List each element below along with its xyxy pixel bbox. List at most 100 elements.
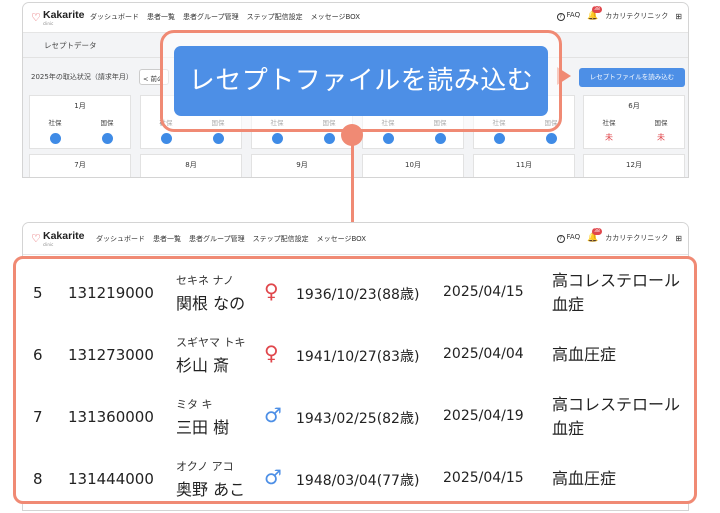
imported-dot-icon — [271, 133, 283, 144]
diagnosis: 高コレステロール血症 — [552, 271, 681, 314]
patient-kana: ミタ キ — [176, 398, 213, 411]
visit-date: 2025/04/19 — [443, 408, 524, 424]
notification-badge: 38 — [592, 227, 602, 235]
female-icon: ♀ — [264, 341, 279, 365]
month-name: 10月 — [405, 161, 421, 169]
patient-id: 131360000 — [68, 408, 154, 426]
imported-dot-icon — [101, 133, 113, 144]
patient-table-highlight: 5 131219000 セキネ ナノ 関根 なの ♀ 1936/10/23(88歳) 202… — [13, 256, 697, 504]
table-row[interactable]: 5 131219000 セキネ ナノ 関根 なの ♀ 1936/10/23(88歳) 202… — [16, 262, 694, 324]
month-name: 11月 — [516, 161, 532, 169]
not-imported-mark: 未 — [657, 133, 665, 142]
patient-id: 131444000 — [68, 470, 154, 488]
table-row[interactable]: 6 131273000 スギヤマ トキ 杉山 斎 ♀ 1941/10/27(83歳) 202… — [16, 324, 694, 386]
nav-right-2: ? FAQ 🔔 38 カカリテクリニック ⊞ — [556, 227, 682, 243]
notification-badge: 38 — [592, 5, 602, 13]
grid-icon[interactable]: ⊞ — [675, 234, 682, 243]
clinic-name[interactable]: カカリテクリニック — [605, 233, 668, 243]
nav-step-delivery[interactable]: ステップ配信設定 — [253, 234, 309, 244]
month-name: 9月 — [296, 161, 308, 169]
shaho-status: 社保未 — [594, 117, 624, 143]
imported-dot-icon — [545, 133, 557, 144]
nav-patient-groups[interactable]: 患者グループ管理 — [183, 12, 239, 22]
logo-text: Kakarite — [43, 9, 85, 21]
clinic-name[interactable]: カカリテクリニック — [605, 11, 668, 21]
top-navbar: ♡ Kakarite clinic ダッシュボード 患者一覧 患者グループ管理 … — [23, 3, 688, 33]
birth-date: 1948/03/04(77歳) — [296, 473, 420, 489]
month-name: 6月 — [628, 102, 640, 110]
logo-2[interactable]: ♡ Kakarite clinic — [31, 230, 85, 250]
nav-dashboard[interactable]: ダッシュボード — [96, 234, 145, 244]
read-receipt-button[interactable]: レセプトファイルを読み込む — [579, 68, 685, 87]
birth-date: 1941/10/27(83歳) — [296, 349, 420, 365]
female-icon: ♀ — [264, 279, 279, 303]
diagnosis: 高コレステロール血症 — [552, 395, 681, 438]
imported-dot-icon — [49, 133, 61, 144]
imported-dot-icon — [493, 133, 505, 144]
patient-id: 131219000 — [68, 284, 154, 302]
callout-read-receipt-button[interactable]: レセプトファイルを読み込む — [174, 46, 548, 116]
import-status-label: 2025年の取込状況（請求年月） — [31, 73, 133, 81]
kokuho-status: 国保未 — [646, 117, 676, 143]
visit-date: 2025/04/04 — [443, 346, 524, 362]
birth-date: 1943/02/25(82歳) — [296, 411, 420, 427]
male-icon: ♂ — [264, 465, 282, 489]
table-row[interactable]: 8 131444000 オクノ アコ 奥野 あこ ♂ 1948/03/04(77歳) 202… — [16, 448, 694, 510]
nav-step-delivery[interactable]: ステップ配信設定 — [247, 12, 303, 22]
imported-dot-icon — [160, 133, 172, 144]
heart-icon: ♡ — [31, 11, 41, 24]
nav-message-box[interactable]: メッセージBOX — [311, 12, 360, 22]
month-card: 11月 — [473, 154, 575, 177]
connector-dot — [341, 124, 363, 146]
logo-sub: clinic — [43, 21, 54, 26]
nav-links-2: ダッシュボード 患者一覧 患者グループ管理 ステップ配信設定 メッセージBOX — [96, 234, 366, 244]
kokuho-label: 国保 — [100, 119, 114, 127]
grid-icon[interactable]: ⊞ — [675, 12, 682, 21]
month-name: 7月 — [74, 161, 86, 169]
male-icon: ♂ — [264, 403, 282, 427]
patient-number: 6 — [33, 346, 43, 364]
question-icon: ? — [556, 235, 565, 243]
month-card: 6月 社保未国保未 — [583, 95, 685, 149]
question-icon: ? — [556, 13, 565, 21]
bell-icon[interactable]: 🔔 38 — [587, 227, 602, 243]
shaho-label: 社保 — [48, 119, 62, 127]
imported-dot-icon — [434, 133, 446, 144]
month-name: 12月 — [626, 161, 642, 169]
visit-date: 2025/04/15 — [443, 284, 524, 300]
month-name: 8月 — [185, 161, 197, 169]
nav-dashboard[interactable]: ダッシュボード — [90, 12, 139, 22]
table-row[interactable]: 7 131360000 ミタ キ三田 樹 ♂ 1943/02/25(82歳) 2025/0… — [16, 386, 694, 448]
faq-link[interactable]: ? FAQ — [556, 233, 580, 243]
patient-kana: セキネ ナノ — [176, 274, 234, 287]
month-name: 1月 — [74, 102, 86, 110]
nav-patients[interactable]: 患者一覧 — [153, 234, 181, 244]
month-card: 7月 — [29, 154, 131, 177]
not-imported-mark: 未 — [605, 133, 613, 142]
patient-name: 奥野 あこ — [176, 480, 246, 499]
month-card: 1月社保 国保 — [29, 95, 131, 149]
nav-right: ? FAQ 🔔 38 カカリテクリニック ⊞ — [556, 5, 682, 21]
nav-patient-groups[interactable]: 患者グループ管理 — [189, 234, 245, 244]
patient-name: 三田 樹 — [176, 418, 230, 437]
patient-number: 7 — [33, 408, 43, 426]
nav-message-box[interactable]: メッセージBOX — [317, 234, 366, 244]
logo-text: Kakarite — [43, 230, 85, 242]
month-card: 8月 — [140, 154, 242, 177]
kokuho-label: 国保 — [654, 119, 668, 127]
patient-id: 131273000 — [68, 346, 154, 364]
kokuho-status: 国保 — [92, 117, 122, 144]
nav-links: ダッシュボード 患者一覧 患者グループ管理 ステップ配信設定 メッセージBOX — [90, 12, 360, 22]
nav-patients[interactable]: 患者一覧 — [147, 12, 175, 22]
imported-dot-icon — [382, 133, 394, 144]
faq-link[interactable]: ? FAQ — [556, 11, 580, 21]
month-card: 12月 — [583, 154, 685, 177]
birth-date: 1936/10/23(88歳) — [296, 287, 420, 303]
logo[interactable]: ♡ Kakarite clinic — [31, 9, 85, 29]
logo-sub: clinic — [43, 242, 54, 247]
imported-dot-icon — [212, 133, 224, 144]
visit-date: 2025/04/15 — [443, 470, 524, 486]
diagnosis: 高血圧症 — [552, 345, 617, 364]
bell-icon[interactable]: 🔔 38 — [587, 5, 602, 21]
shaho-label: 社保 — [602, 119, 616, 127]
